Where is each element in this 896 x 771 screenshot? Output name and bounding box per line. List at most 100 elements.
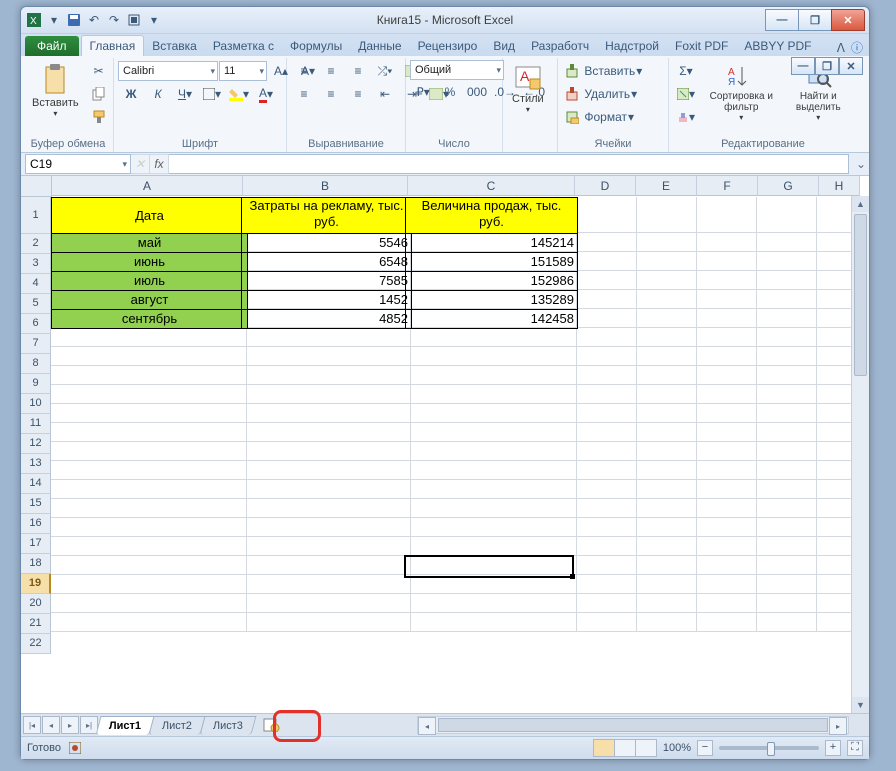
row-header[interactable]: 21 xyxy=(21,614,51,634)
cell[interactable] xyxy=(241,328,411,347)
cell[interactable] xyxy=(405,366,577,385)
cell[interactable] xyxy=(51,366,247,385)
cell[interactable] xyxy=(51,442,247,461)
cell[interactable]: 152986 xyxy=(405,271,578,291)
col-header-G[interactable]: G xyxy=(758,176,819,196)
scroll-up-icon[interactable]: ▲ xyxy=(852,196,869,212)
cell[interactable]: 4852 xyxy=(241,309,412,329)
tab-view[interactable]: Вид xyxy=(485,36,523,56)
col-header-E[interactable]: E xyxy=(636,176,697,196)
cell[interactable]: Величина продаж, тыс. руб. xyxy=(405,197,578,234)
align-bottom-icon[interactable]: ≡ xyxy=(345,60,371,82)
styles-button[interactable]: A Стили▾ xyxy=(507,60,549,117)
redo-icon[interactable]: ↷ xyxy=(105,11,123,29)
cell[interactable] xyxy=(241,461,411,480)
macro-record-icon[interactable] xyxy=(69,742,81,754)
cell[interactable] xyxy=(691,518,757,537)
tab-data[interactable]: Данные xyxy=(350,36,409,56)
cell[interactable] xyxy=(691,575,757,594)
cell[interactable]: Дата xyxy=(51,197,248,234)
cell[interactable] xyxy=(241,537,411,556)
fill-icon[interactable]: ▾ xyxy=(673,83,699,105)
align-right-icon[interactable]: ≡ xyxy=(345,83,371,105)
cell[interactable] xyxy=(405,518,577,537)
row-header[interactable]: 11 xyxy=(21,414,51,434)
cell[interactable] xyxy=(571,233,637,252)
qat-customize-icon[interactable]: ▾ xyxy=(145,11,163,29)
tab-developer[interactable]: Разработч xyxy=(523,36,597,56)
col-header-A[interactable]: A xyxy=(52,176,243,196)
save-icon[interactable] xyxy=(65,11,83,29)
cell[interactable] xyxy=(631,347,697,366)
tab-review[interactable]: Рецензиро xyxy=(410,36,486,56)
cell[interactable]: 142458 xyxy=(405,309,578,329)
cell[interactable] xyxy=(751,309,817,328)
cell[interactable] xyxy=(571,328,637,347)
cell[interactable] xyxy=(405,347,577,366)
cell[interactable] xyxy=(405,404,577,423)
cell[interactable] xyxy=(691,252,757,271)
cell[interactable] xyxy=(631,404,697,423)
sheet-tab-2[interactable]: Лист2 xyxy=(149,716,206,735)
cell[interactable] xyxy=(51,556,247,575)
file-tab[interactable]: Файл xyxy=(25,36,79,56)
cell[interactable] xyxy=(241,499,411,518)
cell[interactable] xyxy=(751,556,817,575)
cell[interactable] xyxy=(405,461,577,480)
cell[interactable] xyxy=(571,556,637,575)
row-header[interactable]: 4 xyxy=(21,274,51,294)
help-icon[interactable]: ⓘ xyxy=(851,39,863,56)
tab-addins[interactable]: Надстрой xyxy=(597,36,667,56)
cell[interactable] xyxy=(751,594,817,613)
cell[interactable]: 6548 xyxy=(241,252,412,272)
cell[interactable] xyxy=(241,518,411,537)
vertical-scrollbar[interactable]: ▲ ▼ xyxy=(851,196,869,713)
cell[interactable] xyxy=(751,366,817,385)
cell[interactable] xyxy=(51,423,247,442)
cell[interactable] xyxy=(571,480,637,499)
cell[interactable] xyxy=(405,442,577,461)
cell[interactable] xyxy=(691,480,757,499)
tab-home[interactable]: Главная xyxy=(81,35,145,56)
cell[interactable] xyxy=(241,366,411,385)
view-pagebreak-icon[interactable] xyxy=(635,739,657,757)
cell[interactable] xyxy=(631,252,697,271)
cell[interactable] xyxy=(571,347,637,366)
cell[interactable] xyxy=(691,461,757,480)
cell[interactable] xyxy=(751,499,817,518)
underline-icon[interactable]: Ч▾ xyxy=(172,83,198,105)
autosum-icon[interactable]: Σ▾ xyxy=(673,60,699,82)
cell[interactable] xyxy=(631,537,697,556)
row-header[interactable]: 1 xyxy=(21,197,51,234)
minimize-ribbon-icon[interactable]: ᐱ xyxy=(837,41,845,55)
bold-icon[interactable]: Ж xyxy=(118,83,144,105)
cell[interactable] xyxy=(51,594,247,613)
cell[interactable] xyxy=(51,461,247,480)
cell[interactable] xyxy=(405,385,577,404)
fill-color-icon[interactable]: ▾ xyxy=(226,83,252,105)
cell[interactable] xyxy=(405,423,577,442)
worksheet[interactable]: ABCDEFGH 1234567891011121314151617181920… xyxy=(21,176,869,713)
cell[interactable] xyxy=(751,233,817,252)
zoom-in-button[interactable]: + xyxy=(825,740,841,756)
cell[interactable] xyxy=(751,197,817,233)
indent-decrease-icon[interactable]: ⇤ xyxy=(372,83,398,105)
workbook-restore-button[interactable]: ❐ xyxy=(815,57,839,75)
cell[interactable] xyxy=(691,385,757,404)
cell[interactable] xyxy=(751,385,817,404)
cell[interactable] xyxy=(691,328,757,347)
tab-foxit[interactable]: Foxit PDF xyxy=(667,36,736,56)
row-header[interactable]: 7 xyxy=(21,334,51,354)
cell[interactable] xyxy=(571,366,637,385)
cell[interactable] xyxy=(691,442,757,461)
align-left-icon[interactable]: ≡ xyxy=(291,83,317,105)
cell[interactable] xyxy=(571,442,637,461)
zoom-out-button[interactable]: − xyxy=(697,740,713,756)
cell[interactable] xyxy=(631,594,697,613)
fx-icon[interactable]: fx xyxy=(150,154,169,174)
clear-icon[interactable]: ▾ xyxy=(673,106,699,128)
maximize-button[interactable]: ❐ xyxy=(798,9,832,31)
cell[interactable] xyxy=(241,556,411,575)
cell[interactable]: Затраты на рекламу, тыс. руб. xyxy=(241,197,412,234)
cell[interactable] xyxy=(751,328,817,347)
